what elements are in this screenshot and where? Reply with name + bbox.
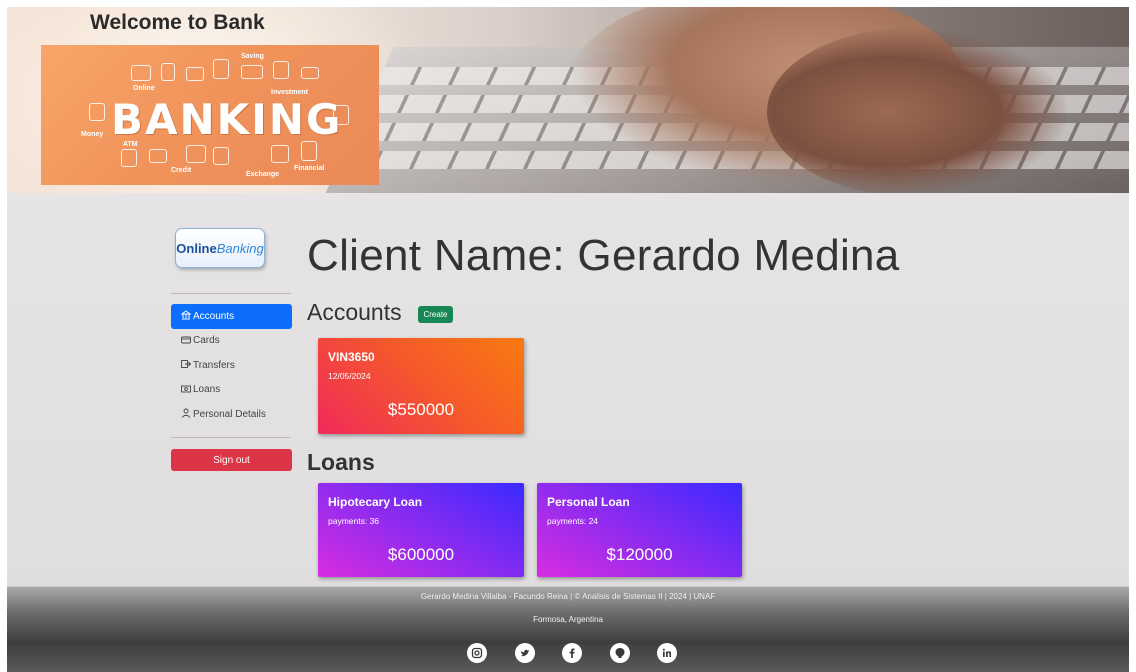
credit-card-icon bbox=[180, 335, 191, 347]
account-number: VIN3650 bbox=[328, 350, 375, 364]
banner-word: Online bbox=[133, 85, 155, 92]
logo-text-online: Online bbox=[176, 240, 217, 256]
loan-amount: $120000 bbox=[606, 545, 673, 564]
banner-word: Saving bbox=[241, 53, 264, 60]
sidebar-item-label: Personal Details bbox=[193, 408, 266, 420]
loan-payments: payments: 24 bbox=[547, 516, 599, 526]
loan-card[interactable]: Hipotecary Loan payments: 36 $600000 bbox=[318, 483, 524, 577]
banner-word: ATM bbox=[123, 141, 138, 148]
loans-heading: Loans bbox=[307, 449, 375, 475]
footer-credits: Gerardo Medina Villalba - Facundo Reina … bbox=[420, 592, 716, 601]
banking-banner-logo: BANKING Online Saving Investment Money A… bbox=[41, 45, 379, 185]
sidebar-item-personal-details[interactable]: Personal Details bbox=[171, 402, 292, 427]
account-date: 12/05/2024 bbox=[328, 371, 371, 381]
sidebar-item-accounts[interactable]: Accounts bbox=[171, 304, 292, 329]
accounts-heading: Accounts bbox=[307, 299, 402, 325]
account-card[interactable]: VIN3650 12/05/2024 $550000 bbox=[318, 338, 524, 434]
create-account-button[interactable]: Create bbox=[418, 306, 453, 323]
sidebar-item-label: Transfers bbox=[193, 359, 235, 371]
sidebar-item-label: Accounts bbox=[193, 310, 235, 322]
header-banner: Welcome to Bank BANKING Online Saving In… bbox=[7, 7, 1129, 193]
loan-name: Personal Loan bbox=[547, 495, 630, 509]
github-icon[interactable] bbox=[609, 643, 630, 663]
sidebar-item-label: Cards bbox=[193, 335, 220, 347]
page-title: Client Name: Gerardo Medina bbox=[307, 231, 900, 280]
sidebar-divider-top bbox=[171, 293, 291, 294]
twitter-icon[interactable] bbox=[514, 643, 535, 663]
linkedin-icon[interactable] bbox=[657, 643, 677, 663]
bank-icon bbox=[180, 310, 191, 322]
loan-name: Hipotecary Loan bbox=[328, 495, 423, 509]
loan-payments: payments: 36 bbox=[328, 516, 380, 526]
sidebar-item-cards[interactable]: Cards bbox=[171, 329, 292, 354]
facebook-icon[interactable] bbox=[562, 643, 582, 663]
person-icon bbox=[180, 408, 191, 420]
footer: Gerardo Medina Villalba - Facundo Reina … bbox=[7, 586, 1129, 672]
transfer-icon bbox=[180, 359, 191, 371]
loan-card[interactable]: Personal Loan payments: 24 $120000 bbox=[537, 483, 742, 577]
online-banking-logo: Online Banking bbox=[175, 228, 265, 268]
sidebar-item-loans[interactable]: Loans bbox=[171, 378, 292, 403]
sidebar-item-label: Loans bbox=[193, 384, 221, 396]
social-links bbox=[467, 643, 677, 667]
sidebar-item-transfers[interactable]: Transfers bbox=[171, 353, 292, 378]
banner-word: Money bbox=[81, 131, 104, 138]
banking-main-text: BANKING bbox=[111, 95, 343, 144]
account-balance: $550000 bbox=[387, 400, 455, 419]
page-frame: Welcome to Bank BANKING Online Saving In… bbox=[7, 7, 1129, 672]
cash-icon bbox=[180, 384, 191, 396]
banner-word: Investment bbox=[271, 89, 308, 96]
logo-text-banking: Banking bbox=[216, 240, 264, 256]
instagram-icon[interactable] bbox=[467, 643, 487, 663]
hand-image-2 bbox=[767, 27, 1067, 193]
sidebar-divider-bottom bbox=[171, 437, 291, 438]
banner-word: Financial bbox=[294, 165, 325, 172]
footer-location: Formosa, Argentina bbox=[533, 615, 603, 624]
welcome-heading: Welcome to Bank bbox=[90, 11, 265, 34]
sidebar-nav: Accounts Cards Transfers Loans Personal … bbox=[171, 304, 292, 427]
sign-out-button[interactable]: Sign out bbox=[171, 449, 292, 471]
loan-amount: $600000 bbox=[387, 545, 455, 564]
banner-word: Credit bbox=[171, 167, 192, 174]
banner-word: Exchange bbox=[246, 171, 280, 178]
